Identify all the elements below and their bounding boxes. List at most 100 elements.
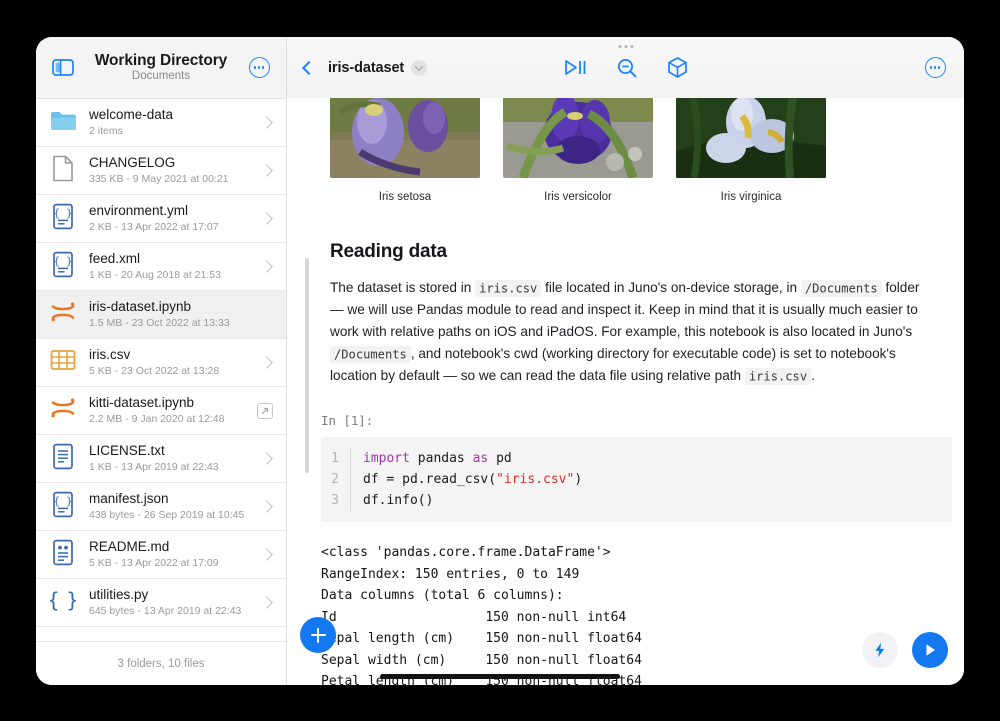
window-grabber-icon[interactable] [618, 45, 633, 48]
file-row-readme-md[interactable]: README.md 5 KB - 13 Apr 2022 at 17:09 [36, 531, 286, 579]
add-file-button[interactable] [300, 617, 336, 653]
section-heading: Reading data [330, 241, 447, 262]
chevron-right-icon [260, 164, 273, 177]
notebook-icon [49, 299, 77, 330]
file-text: welcome-data 2 items [89, 107, 262, 138]
chevron-left-icon[interactable] [301, 60, 317, 75]
line-number: 1 [321, 448, 351, 470]
file-row-iris-csv[interactable]: iris.csv 5 KB - 23 Oct 2022 at 13:28 [36, 339, 286, 387]
play-icon [926, 644, 935, 656]
svg-text:{ }: { } [54, 207, 73, 219]
chevron-right-icon [260, 212, 273, 225]
vertical-scrollbar[interactable] [305, 258, 309, 473]
line-number: 2 [321, 469, 351, 491]
run-cell-button[interactable] [912, 632, 948, 668]
file-row-feed-xml[interactable]: { } feed.xml 1 KB - 20 Aug 2018 at 21:53 [36, 243, 286, 291]
main-more-button[interactable] [922, 55, 948, 81]
thumbnail-caption: Iris virginica [720, 191, 782, 203]
open-external-icon[interactable] [257, 402, 273, 419]
svg-text:{ }: { } [54, 495, 73, 507]
thumbnail-caption: Iris setosa [378, 191, 432, 203]
file-row-environment-yml[interactable]: { } environment.yml 2 KB - 13 Apr 2022 at… [36, 195, 286, 243]
file-text: feed.xml 1 KB - 20 Aug 2018 at 21:53 [89, 251, 262, 282]
file-name: README.md [89, 539, 170, 555]
code-text: import pandas as pd [363, 451, 512, 467]
file-row-utilities-py[interactable]: { } utilities.py 645 bytes - 13 Apr 2019 a… [36, 579, 286, 627]
thumbnail-cell: Iris setosa [330, 98, 480, 203]
file-row-iris-dataset-ipynb[interactable]: iris-dataset.ipynb 1.5 MB - 23 Oct 2022 a… [36, 291, 286, 339]
table-icon [50, 349, 76, 376]
sidebar-toggle-icon[interactable] [50, 55, 76, 81]
file-icon-wrapper [49, 443, 77, 475]
file-icon-wrapper [49, 348, 77, 378]
file-meta: 5 KB - 23 Oct 2022 at 13:28 [89, 365, 220, 378]
file-text: CHANGELOG 335 KB - 9 May 2021 at 00:21 [89, 155, 262, 186]
sidebar-title-group: Working Directory Documents [76, 52, 246, 83]
file-row-welcome-data[interactable]: welcome-data 2 items [36, 99, 286, 147]
search-icon[interactable] [616, 57, 638, 79]
file-name: manifest.json [89, 491, 169, 507]
chevron-down-icon[interactable] [411, 59, 428, 76]
package-icon[interactable] [666, 56, 689, 80]
file-icon-wrapper: { } [49, 203, 77, 234]
thumbnail-cell: Iris virginica [676, 98, 826, 203]
svg-text:{ }: { } [54, 255, 73, 267]
section-paragraph: The dataset is stored in iris.csv file l… [330, 279, 920, 385]
sidebar-subtitle: Documents [131, 70, 191, 83]
more-circle-icon [924, 57, 946, 78]
code-file-icon: { } [52, 251, 74, 283]
file-name: iris.csv [89, 347, 131, 363]
thumbnail-strip: Iris setosa Iris versicolor Iris virgini… [287, 98, 964, 203]
file-meta: 1 KB - 20 Aug 2018 at 21:53 [89, 269, 221, 282]
file-text: kitti-dataset.ipynb 2.2 MB - 9 Jan 2020 a… [89, 395, 257, 426]
inline-code: iris.csv [475, 279, 542, 297]
home-indicator [380, 674, 620, 679]
sidebar-status: 3 folders, 10 files [36, 641, 286, 685]
file-text: LICENSE.txt 1 KB - 13 Apr 2019 at 22:43 [89, 443, 262, 474]
code-cell[interactable]: 1 import pandas as pd 2 df = pd.read_csv("i… [321, 437, 952, 523]
file-list[interactable]: welcome-data 2 items CHANGELOG 335 KB - 9 … [36, 98, 286, 641]
file-row-changelog[interactable]: CHANGELOG 335 KB - 9 May 2021 at 00:21 [36, 147, 286, 195]
thumbnail-cell: Iris versicolor [503, 98, 653, 203]
file-text: README.md 5 KB - 13 Apr 2022 at 17:09 [89, 539, 262, 570]
file-meta: 645 bytes - 13 Apr 2019 at 22:43 [89, 605, 242, 618]
file-meta: 335 KB - 9 May 2021 at 00:21 [89, 173, 229, 186]
notebook-content[interactable]: Iris setosa Iris versicolor Iris virgini… [287, 98, 964, 685]
thumbnail-caption: Iris versicolor [544, 191, 612, 203]
file-row-manifest-json[interactable]: { } manifest.json 438 bytes - 26 Sep 2019… [36, 483, 286, 531]
file-text: utilities.py 645 bytes - 13 Apr 2019 at 2… [89, 587, 262, 618]
main-pane: iris-dataset Iris setosa Iris versicolor… [287, 37, 964, 685]
file-meta: 5 KB - 13 Apr 2022 at 17:09 [89, 557, 219, 570]
iris-photo [676, 98, 826, 178]
file-row-kitti-dataset-ipynb[interactable]: kitti-dataset.ipynb 2.2 MB - 9 Jan 2020 a… [36, 387, 286, 435]
file-text: iris.csv 5 KB - 23 Oct 2022 at 13:28 [89, 347, 262, 378]
python-icon: { } [47, 587, 79, 619]
line-number: 3 [321, 490, 351, 512]
sidebar-title: Working Directory [94, 51, 228, 69]
cell-prompt-label: In [1]: [321, 413, 374, 429]
chevron-right-icon [260, 500, 273, 513]
file-name: CHANGELOG [89, 155, 176, 171]
file-meta: 438 bytes - 26 Sep 2019 at 10:45 [89, 509, 245, 522]
iris-photo [503, 98, 653, 178]
inline-code: /Documents [330, 345, 411, 363]
code-line: 3 df.info() [321, 490, 952, 512]
chevron-right-icon [260, 356, 273, 369]
sidebar-header: Working Directory Documents [36, 37, 286, 98]
file-name: iris-dataset.ipynb [89, 299, 192, 315]
sidebar-more-button[interactable] [246, 55, 272, 81]
svg-text:{ }: { } [50, 588, 76, 612]
document-title[interactable]: iris-dataset [328, 60, 404, 76]
sidebar: Working Directory Documents welcome-data… [36, 37, 287, 685]
file-name: feed.xml [89, 251, 141, 267]
chevron-right-icon [260, 548, 273, 561]
file-meta: 2.2 MB - 9 Jan 2020 at 12:48 [89, 413, 225, 426]
file-row-license-txt[interactable]: LICENSE.txt 1 KB - 13 Apr 2019 at 22:43 [36, 435, 286, 483]
folder-icon [50, 110, 77, 136]
file-icon-wrapper [49, 155, 77, 186]
run-all-icon[interactable] [563, 58, 588, 77]
text-file-icon [52, 443, 74, 475]
lightning-bolt-button[interactable] [862, 632, 898, 668]
file-meta: 2 KB - 13 Apr 2022 at 17:07 [89, 221, 219, 234]
file-name: environment.yml [89, 203, 189, 219]
